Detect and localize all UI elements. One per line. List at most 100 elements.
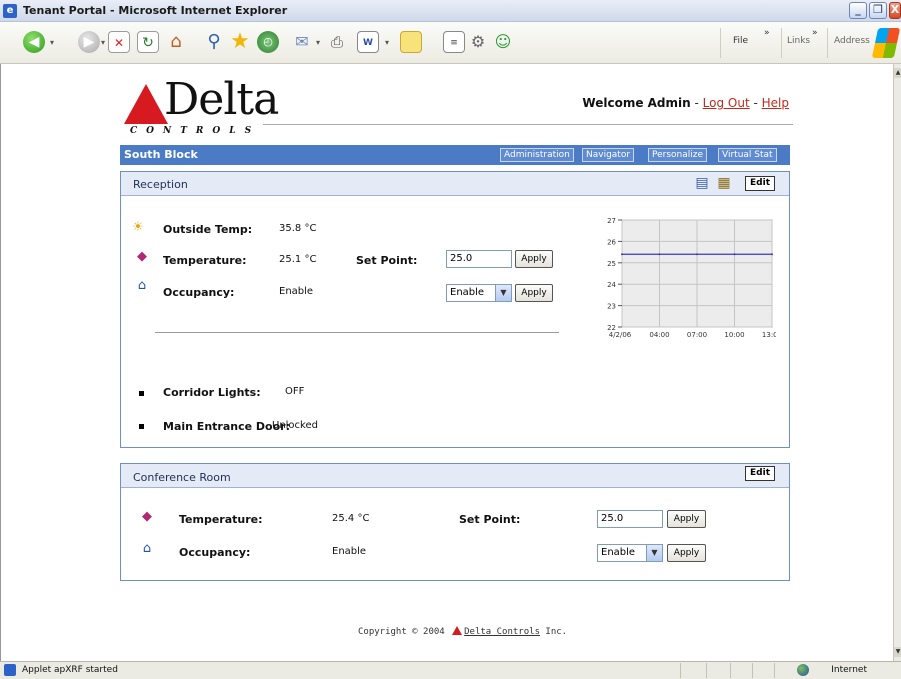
outside-temp-label: Outside Temp: (163, 223, 253, 236)
administration-button[interactable]: Administration (500, 148, 574, 162)
messenger-icon[interactable]: ☺ (492, 31, 514, 53)
chart-ytick-label: 24 (607, 281, 616, 289)
help-link[interactable]: Help (762, 96, 789, 110)
conf-setpoint-input[interactable]: 25.0 (597, 510, 663, 528)
toolbar-separator (781, 28, 782, 58)
conf-occupancy-apply-button[interactable]: Apply (667, 544, 706, 562)
welcome-bar: Welcome Admin - Log Out - Help (582, 96, 789, 110)
building-title: South Block (124, 148, 198, 161)
schedule-icon[interactable]: ▤ (693, 174, 711, 192)
status-divider (752, 663, 753, 678)
conf-occupancy-value: Enable (332, 546, 367, 557)
chart-point (621, 253, 623, 256)
toolbar-separator (827, 28, 828, 58)
thermometer-icon: ◆ (142, 509, 152, 524)
status-divider (774, 663, 775, 678)
internet-zone-icon (797, 664, 809, 676)
forward-icon[interactable]: ▶ (78, 31, 100, 53)
chart-xtick-label: 07:00 (687, 331, 707, 339)
scroll-up-icon[interactable]: ▲ (894, 68, 901, 78)
minimize-button[interactable]: _ (849, 2, 867, 19)
research-icon[interactable]: ≡ (443, 31, 465, 53)
reception-edit-button[interactable]: Edit (745, 176, 775, 191)
occupancy-value: Enable (279, 286, 314, 297)
tools-icon[interactable]: ⚙ (467, 31, 489, 53)
vertical-scrollbar[interactable]: ▲ ▼ (893, 64, 901, 661)
main-door-label: Main Entrance Door: (163, 420, 290, 433)
virtual-stat-button[interactable]: Virtual Stat (718, 148, 777, 162)
navigator-button[interactable]: Navigator (582, 148, 635, 162)
back-icon[interactable]: ◀ (23, 31, 45, 53)
delta-triangle-icon (124, 84, 168, 124)
header-divider (263, 124, 793, 125)
links-chevron[interactable]: » (812, 28, 818, 38)
copyright-suffix: Inc. (545, 627, 568, 637)
corridor-lights-value: OFF (285, 386, 305, 397)
bullet-icon (139, 391, 144, 396)
reception-title: Reception (133, 178, 188, 191)
back-dropdown-icon[interactable]: ▾ (50, 38, 54, 47)
window-title-bar: e Tenant Portal - Microsoft Internet Exp… (0, 0, 901, 22)
page-icon (4, 664, 16, 676)
chart-xtick-label: 4/2/06 (609, 331, 632, 339)
window-title: Tenant Portal - Microsoft Internet Explo… (23, 4, 288, 17)
temperature-value: 25.1 °C (279, 254, 317, 265)
edit-dropdown-icon[interactable]: ▾ (385, 38, 389, 47)
edit-word-icon[interactable]: W (357, 31, 379, 53)
thermostat-icon[interactable]: ▦ (715, 174, 733, 192)
menu-chevron[interactable]: » (764, 28, 770, 38)
chevron-down-icon[interactable]: ▼ (646, 545, 662, 561)
sun-icon: ☀ (132, 220, 144, 235)
personalize-button[interactable]: Personalize (648, 148, 708, 162)
copyright-prefix: Copyright © 2004 (358, 627, 445, 637)
conf-temperature-label: Temperature: (179, 513, 263, 526)
status-message: Applet apXRF started (22, 665, 118, 675)
delta-controls-logo: Delta CONTROLS (124, 74, 279, 140)
favorites-icon[interactable]: ★ (229, 31, 251, 53)
chart-ytick-label: 23 (607, 303, 616, 311)
occupancy-apply-button[interactable]: Apply (515, 284, 553, 302)
conference-header: Conference Room Edit (121, 464, 789, 488)
ie-icon: e (3, 3, 17, 18)
conf-setpoint-label: Set Point: (459, 513, 521, 526)
windows-logo-icon (871, 28, 901, 58)
history-icon[interactable]: ◴ (257, 31, 279, 53)
stop-icon[interactable]: ✕ (108, 31, 130, 53)
corridor-lights-label: Corridor Lights: (163, 386, 261, 399)
conf-occupancy-select[interactable]: Enable ▼ (597, 544, 663, 562)
print-icon[interactable]: ⎙ (326, 31, 348, 53)
occupancy-select[interactable]: Enable ▼ (446, 284, 512, 302)
chart-point (658, 253, 661, 256)
status-divider (706, 663, 707, 678)
search-icon[interactable]: ⚲ (203, 31, 225, 53)
occupancy-label: Occupancy: (163, 286, 235, 299)
forward-dropdown-icon[interactable]: ▾ (101, 38, 105, 47)
conference-edit-button[interactable]: Edit (745, 466, 775, 481)
setpoint-apply-button[interactable]: Apply (515, 250, 553, 268)
conf-setpoint-apply-button[interactable]: Apply (667, 510, 706, 528)
mail-icon[interactable]: ✉ (291, 31, 313, 53)
main-door-value: Unlocked (272, 420, 318, 431)
refresh-icon[interactable]: ↻ (137, 31, 159, 53)
occupancy-icon: ⌂ (137, 278, 147, 293)
scroll-down-icon[interactable]: ▼ (894, 647, 901, 657)
thermometer-icon: ◆ (137, 249, 147, 264)
restore-button[interactable]: ❐ (869, 2, 887, 19)
address-label[interactable]: Address (834, 36, 870, 46)
close-button[interactable]: X (889, 2, 901, 19)
links-label[interactable]: Links (787, 36, 810, 46)
chart-point (733, 253, 736, 256)
chart-xtick-label: 13:00 (762, 331, 776, 339)
chevron-down-icon[interactable]: ▼ (495, 285, 511, 301)
chart-xtick-label: 04:00 (649, 331, 669, 339)
delta-controls-link[interactable]: Delta Controls (464, 627, 540, 637)
logout-link[interactable]: Log Out (703, 96, 750, 110)
setpoint-input[interactable]: 25.0 (446, 250, 512, 268)
conf-occupancy-label: Occupancy: (179, 546, 251, 559)
mail-dropdown-icon[interactable]: ▾ (316, 38, 320, 47)
toolbar-separator (720, 28, 721, 58)
window-controls: _ ❐ X (849, 2, 901, 19)
home-icon[interactable]: ⌂ (165, 31, 187, 53)
discuss-icon[interactable] (400, 31, 422, 53)
file-menu[interactable]: File (733, 36, 748, 46)
